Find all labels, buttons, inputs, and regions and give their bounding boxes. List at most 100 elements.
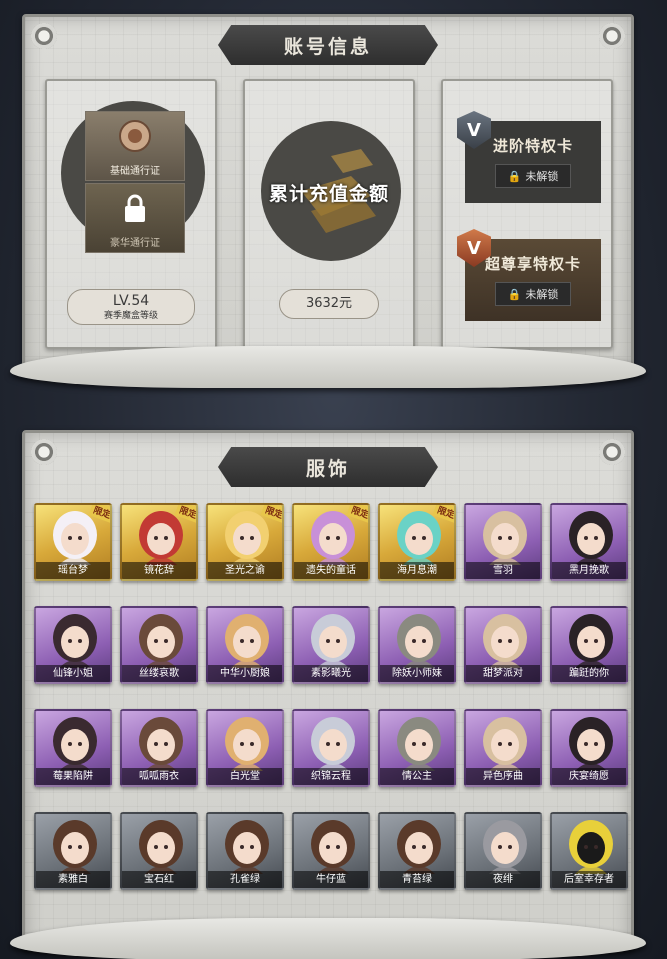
- character-portrait-icon: [53, 614, 97, 668]
- costume-item[interactable]: 莓果陷阱: [34, 709, 112, 787]
- costume-item[interactable]: 限定 海月息潮: [378, 503, 456, 581]
- costume-item[interactable]: 蹁跹的你: [550, 606, 628, 684]
- costume-item[interactable]: 黑月挽歌: [550, 503, 628, 581]
- costume-name: 素影曦光: [294, 665, 368, 682]
- character-portrait-icon: [483, 511, 527, 565]
- character-portrait-icon: [139, 614, 183, 668]
- costume-item[interactable]: 孔雀绿: [206, 812, 284, 890]
- costume-item[interactable]: 后室幸存者: [550, 812, 628, 890]
- luxury-pass-label: 豪华通行证: [110, 238, 160, 249]
- character-portrait-icon: [397, 717, 441, 771]
- costume-item[interactable]: 雪羽: [464, 503, 542, 581]
- character-portrait-icon: [397, 614, 441, 668]
- costume-name: 牛仔蓝: [294, 871, 368, 888]
- basic-pass[interactable]: 基础通行证: [85, 111, 185, 181]
- recharge-card: 累计充值金额 3632元: [243, 79, 415, 349]
- character-portrait-icon: [311, 717, 355, 771]
- costume-name: 甜梦派对: [466, 665, 540, 682]
- costume-item[interactable]: 青苔绿: [378, 812, 456, 890]
- character-portrait-icon: [483, 717, 527, 771]
- lock-icon: 🔒: [507, 287, 522, 301]
- costume-item[interactable]: 夜绯: [464, 812, 542, 890]
- lock-icon: [125, 194, 145, 222]
- character-portrait-icon: [311, 820, 355, 874]
- character-portrait-icon: [397, 820, 441, 874]
- costume-item[interactable]: 白光堂: [206, 709, 284, 787]
- corner-ornament-icon: [599, 23, 625, 49]
- corner-ornament-icon: [31, 439, 57, 465]
- costume-name: 仙锋小姐: [36, 665, 110, 682]
- costume-name: 庆宴绮愿: [552, 768, 626, 785]
- account-title: 账号信息: [283, 35, 372, 58]
- advanced-card-title: 进阶特权卡: [492, 137, 573, 155]
- costume-item[interactable]: 异色序曲: [464, 709, 542, 787]
- lock-icon: 🔒: [507, 169, 522, 183]
- costume-panel: 服饰 限定 瑶台梦 限定 镜花辞 限定 圣光之谕 限定 遗失的童话 限定 海月息潮 雪羽 黑月挽歌仙锋…: [22, 430, 634, 950]
- costume-name: 青苔绿: [380, 871, 454, 888]
- costume-item[interactable]: 除妖小师妹: [378, 606, 456, 684]
- account-title-banner: 账号信息: [218, 25, 438, 65]
- advanced-locked-button[interactable]: 🔒 未解锁: [494, 164, 572, 188]
- costume-item[interactable]: 丝缕哀歌: [120, 606, 198, 684]
- premium-privilege-card[interactable]: V 超尊享特权卡 🔒 未解锁: [457, 229, 601, 321]
- costume-name: 异色序曲: [466, 768, 540, 785]
- costume-item[interactable]: 素雅白: [34, 812, 112, 890]
- locked-label: 未解锁: [525, 288, 559, 301]
- costume-item[interactable]: 限定 遗失的童话: [292, 503, 370, 581]
- costume-name: 孔雀绿: [208, 871, 282, 888]
- character-portrait-icon: [483, 614, 527, 668]
- character-portrait-icon: [483, 820, 527, 874]
- costume-name: 后室幸存者: [552, 871, 626, 888]
- costume-name: 夜绯: [466, 871, 540, 888]
- costume-name: 瑶台梦: [36, 562, 110, 579]
- character-portrait-icon: [53, 717, 97, 771]
- character-portrait-icon: [569, 717, 613, 771]
- corner-ornament-icon: [599, 439, 625, 465]
- costume-name: 海月息潮: [380, 562, 454, 579]
- costume-item[interactable]: 织锦云程: [292, 709, 370, 787]
- costume-name: 雪羽: [466, 562, 540, 579]
- locked-label: 未解锁: [525, 170, 559, 183]
- costume-name: 黑月挽歌: [552, 562, 626, 579]
- costume-name: 呱呱雨衣: [122, 768, 196, 785]
- pass-card: 基础通行证 豪华通行证 LV.54 赛季魔盒等级: [45, 79, 217, 349]
- costume-item[interactable]: 中华小厨娘: [206, 606, 284, 684]
- advanced-privilege-card[interactable]: V 进阶特权卡 🔒 未解锁: [457, 111, 601, 203]
- costume-name: 圣光之谕: [208, 562, 282, 579]
- costume-item[interactable]: 宝石红: [120, 812, 198, 890]
- premium-card-title: 超尊享特权卡: [484, 255, 581, 273]
- costume-title: 服饰: [305, 457, 350, 480]
- scroll-edge: [10, 918, 646, 959]
- costume-name: 丝缕哀歌: [122, 665, 196, 682]
- level-pill: LV.54 赛季魔盒等级: [67, 289, 195, 325]
- luxury-pass[interactable]: 豪华通行证: [85, 183, 185, 253]
- costume-item[interactable]: 牛仔蓝: [292, 812, 370, 890]
- costume-item[interactable]: 限定 瑶台梦: [34, 503, 112, 581]
- compass-icon: [119, 120, 151, 152]
- recharge-title: 累计充值金额: [268, 183, 389, 205]
- costume-item[interactable]: 仙锋小姐: [34, 606, 112, 684]
- character-portrait-icon: [569, 511, 613, 565]
- costume-item[interactable]: 情公主: [378, 709, 456, 787]
- costume-name: 蹁跹的你: [552, 665, 626, 682]
- corner-ornament-icon: [31, 23, 57, 49]
- character-portrait-icon: [225, 614, 269, 668]
- character-portrait-icon: [311, 614, 355, 668]
- privilege-card: V 进阶特权卡 🔒 未解锁 V 超尊享特权卡 🔒 未解锁: [441, 79, 613, 349]
- costume-item[interactable]: 素影曦光: [292, 606, 370, 684]
- costume-item[interactable]: 呱呱雨衣: [120, 709, 198, 787]
- level-value: LV.54: [112, 293, 150, 309]
- costume-name: 莓果陷阱: [36, 768, 110, 785]
- scroll-edge: [10, 346, 646, 388]
- costume-item[interactable]: 庆宴绮愿: [550, 709, 628, 787]
- costume-name: 素雅白: [36, 871, 110, 888]
- costume-name: 情公主: [380, 768, 454, 785]
- costume-item[interactable]: 限定 镜花辞: [120, 503, 198, 581]
- character-portrait-icon: [139, 717, 183, 771]
- character-portrait-icon: [139, 820, 183, 874]
- premium-locked-button[interactable]: 🔒 未解锁: [494, 282, 572, 306]
- costume-item[interactable]: 甜梦派对: [464, 606, 542, 684]
- costume-item[interactable]: 限定 圣光之谕: [206, 503, 284, 581]
- costume-name: 白光堂: [208, 768, 282, 785]
- recharge-value: 3632元: [279, 289, 379, 319]
